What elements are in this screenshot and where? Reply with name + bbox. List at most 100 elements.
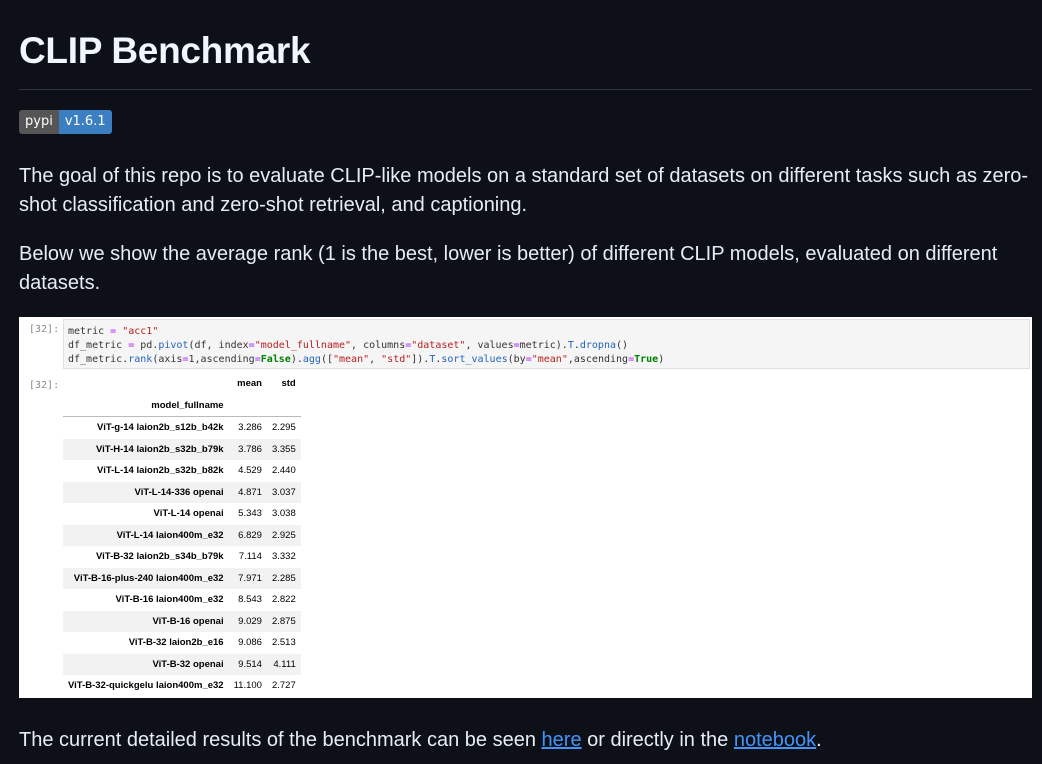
column-header-mean: mean	[237, 378, 262, 390]
row-model-name: ViT-B-32 laion2b_s34b_b79k	[95, 551, 224, 563]
row-mean-value: 5.343	[238, 508, 262, 520]
table-row: ViT-B-32 laion2b_s34b_b79k 7.114 3.332	[63, 546, 301, 568]
code-line-3: df_metric.rank(axis=1,ascending=False).a…	[68, 354, 665, 365]
table-row: ViT-B-16-plus-240 laion400m_e32 7.971 2.28…	[63, 567, 301, 589]
code-line-1-op: =	[110, 326, 117, 337]
row-std-value: 2.925	[271, 529, 296, 541]
row-model-name: ViT-g-14 laion2b_s12b_b42k	[97, 422, 224, 434]
row-model-name: ViT-B-32 laion2b_e16	[128, 637, 224, 649]
table-row: ViT-H-14 laion2b_s32b_b79k 3.786 3.355	[63, 438, 301, 460]
input-prompt: [32]:	[29, 324, 60, 335]
str: "dataset"	[411, 340, 466, 351]
code-line-1-a: metric	[68, 326, 111, 337]
results-table: mean std model_fullname ViT-g-14 laion2b…	[63, 373, 301, 697]
row-std-value: 3.038	[271, 508, 296, 520]
str: "std"	[381, 354, 412, 365]
kw: False	[260, 354, 291, 365]
str: "model_fullname"	[254, 340, 352, 351]
badge-version: v1.6.1	[58, 110, 112, 134]
table-row: ViT-L-14-336 openai 4.871 3.037	[63, 481, 301, 503]
fn: rank	[128, 354, 153, 365]
row-mean-value: 3.786	[238, 443, 262, 455]
row-model-name: ViT-L-14 laion400m_e32	[116, 529, 224, 541]
footer-text-middle: or directly in the	[581, 729, 734, 751]
table-header-row: mean std	[63, 373, 301, 395]
row-mean-value: 9.029	[238, 615, 262, 627]
row-model-name: ViT-L-14-336 openai	[134, 486, 224, 498]
row-std-value: 3.355	[271, 443, 296, 455]
kw: True	[634, 354, 659, 365]
row-mean-value: 8.543	[238, 594, 262, 606]
pypi-version-badge[interactable]: pypi v1.6.1	[19, 110, 112, 134]
row-mean-value: 11.100	[233, 680, 262, 692]
table-row: ViT-g-14 laion2b_s12b_b42k 3.286 2.295	[63, 416, 301, 439]
str: "mean"	[531, 354, 568, 365]
row-model-name: ViT-B-16-plus-240 laion400m_e32	[73, 572, 224, 584]
notebook-screenshot: [32]: metric = "acc1" df_metric = pd.piv…	[19, 317, 1032, 698]
table-row: ViT-B-16 openai 9.029 2.875	[63, 610, 301, 632]
row-std-value: 4.111	[273, 658, 296, 670]
intro-paragraph-rank: Below we show the average rank (1 is the…	[19, 243, 998, 294]
fn: dropna	[579, 340, 616, 351]
table-body: ViT-g-14 laion2b_s12b_b42k 3.286 2.295 ViT-…	[63, 416, 301, 697]
output-prompt: [32]:	[29, 380, 60, 391]
table-index-row: model_fullname	[63, 394, 301, 417]
table-row: ViT-B-32 openai 9.514 4.111	[63, 653, 301, 675]
fn: agg	[302, 354, 321, 365]
row-std-value: 3.332	[271, 551, 296, 563]
intro-paragraph-goal: The goal of this repo is to evaluate CLI…	[19, 165, 1029, 216]
table-row: ViT-L-14 laion400m_e32 6.829 2.925	[63, 524, 301, 546]
row-std-value: 2.727	[271, 680, 296, 692]
page-title: CLIP Benchmark	[19, 30, 311, 71]
table-row: ViT-B-32-quickgelu laion400m_e32 11.100 2.…	[63, 675, 301, 697]
code-cell: metric = "acc1" df_metric = pd.pivot(df,…	[63, 319, 1030, 369]
table-row: ViT-L-14 laion2b_s32b_b82k 4.529 2.440	[63, 460, 301, 482]
row-mean-value: 3.286	[238, 422, 262, 434]
row-std-value: 2.875	[271, 615, 296, 627]
code-line-2: df_metric = pd.pivot(df, index="model_fu…	[68, 340, 629, 351]
index-empty	[228, 394, 267, 417]
row-std-value: 2.440	[271, 465, 296, 477]
here-link[interactable]: here	[542, 729, 582, 751]
footer-paragraph: The current detailed results of the benc…	[19, 726, 1032, 755]
table-corner	[63, 373, 229, 395]
fn: pivot	[158, 340, 189, 351]
row-model-name: ViT-B-16 laion400m_e32	[115, 594, 224, 606]
row-mean-value: 4.529	[238, 465, 262, 477]
row-mean-value: 4.871	[238, 486, 262, 498]
row-model-name: ViT-H-14 laion2b_s32b_b79k	[95, 443, 224, 455]
code-line-1: metric = "acc1"	[68, 326, 158, 337]
row-model-name: ViT-L-14 laion2b_s32b_b82k	[97, 465, 224, 477]
row-model-name: ViT-B-32 openai	[152, 658, 224, 670]
row-std-value: 2.295	[271, 422, 296, 434]
code-text: metric = "acc1" df_metric = pd.pivot(df,…	[64, 320, 1029, 372]
fn: sort_values	[441, 354, 508, 365]
footer-text-before: The current detailed results of the benc…	[19, 729, 542, 751]
row-mean-value: 7.114	[238, 551, 262, 563]
fn: T	[429, 354, 436, 365]
row-std-value: 2.822	[271, 594, 296, 606]
row-model-name: ViT-B-32-quickgelu laion400m_e32	[68, 680, 224, 692]
notebook-link[interactable]: notebook	[734, 729, 816, 751]
row-model-name: ViT-L-14 openai	[153, 508, 224, 520]
op: =	[182, 354, 189, 365]
op: =	[513, 340, 520, 351]
row-std-value: 2.285	[271, 572, 296, 584]
badge-label: pypi	[19, 110, 59, 134]
row-std-value: 2.513	[271, 637, 296, 649]
op: =	[128, 340, 135, 351]
index-empty	[266, 394, 301, 417]
table-row: ViT-B-32 laion2b_e16 9.086 2.513	[63, 632, 301, 654]
code-line-1-str: "acc1"	[122, 326, 159, 337]
fn: T	[567, 340, 574, 351]
title-divider	[19, 89, 1032, 90]
table-row: ViT-B-16 laion400m_e32 8.543 2.822	[63, 589, 301, 611]
footer-text-after: .	[816, 729, 822, 751]
row-mean-value: 9.086	[238, 637, 262, 649]
table-row: ViT-L-14 openai 5.343 3.038	[63, 503, 301, 525]
index-name: model_fullname	[63, 394, 229, 417]
row-mean-value: 9.514	[238, 658, 262, 670]
column-header-std: std	[281, 378, 296, 390]
row-model-name: ViT-B-16 openai	[152, 615, 224, 627]
row-std-value: 3.037	[271, 486, 296, 498]
